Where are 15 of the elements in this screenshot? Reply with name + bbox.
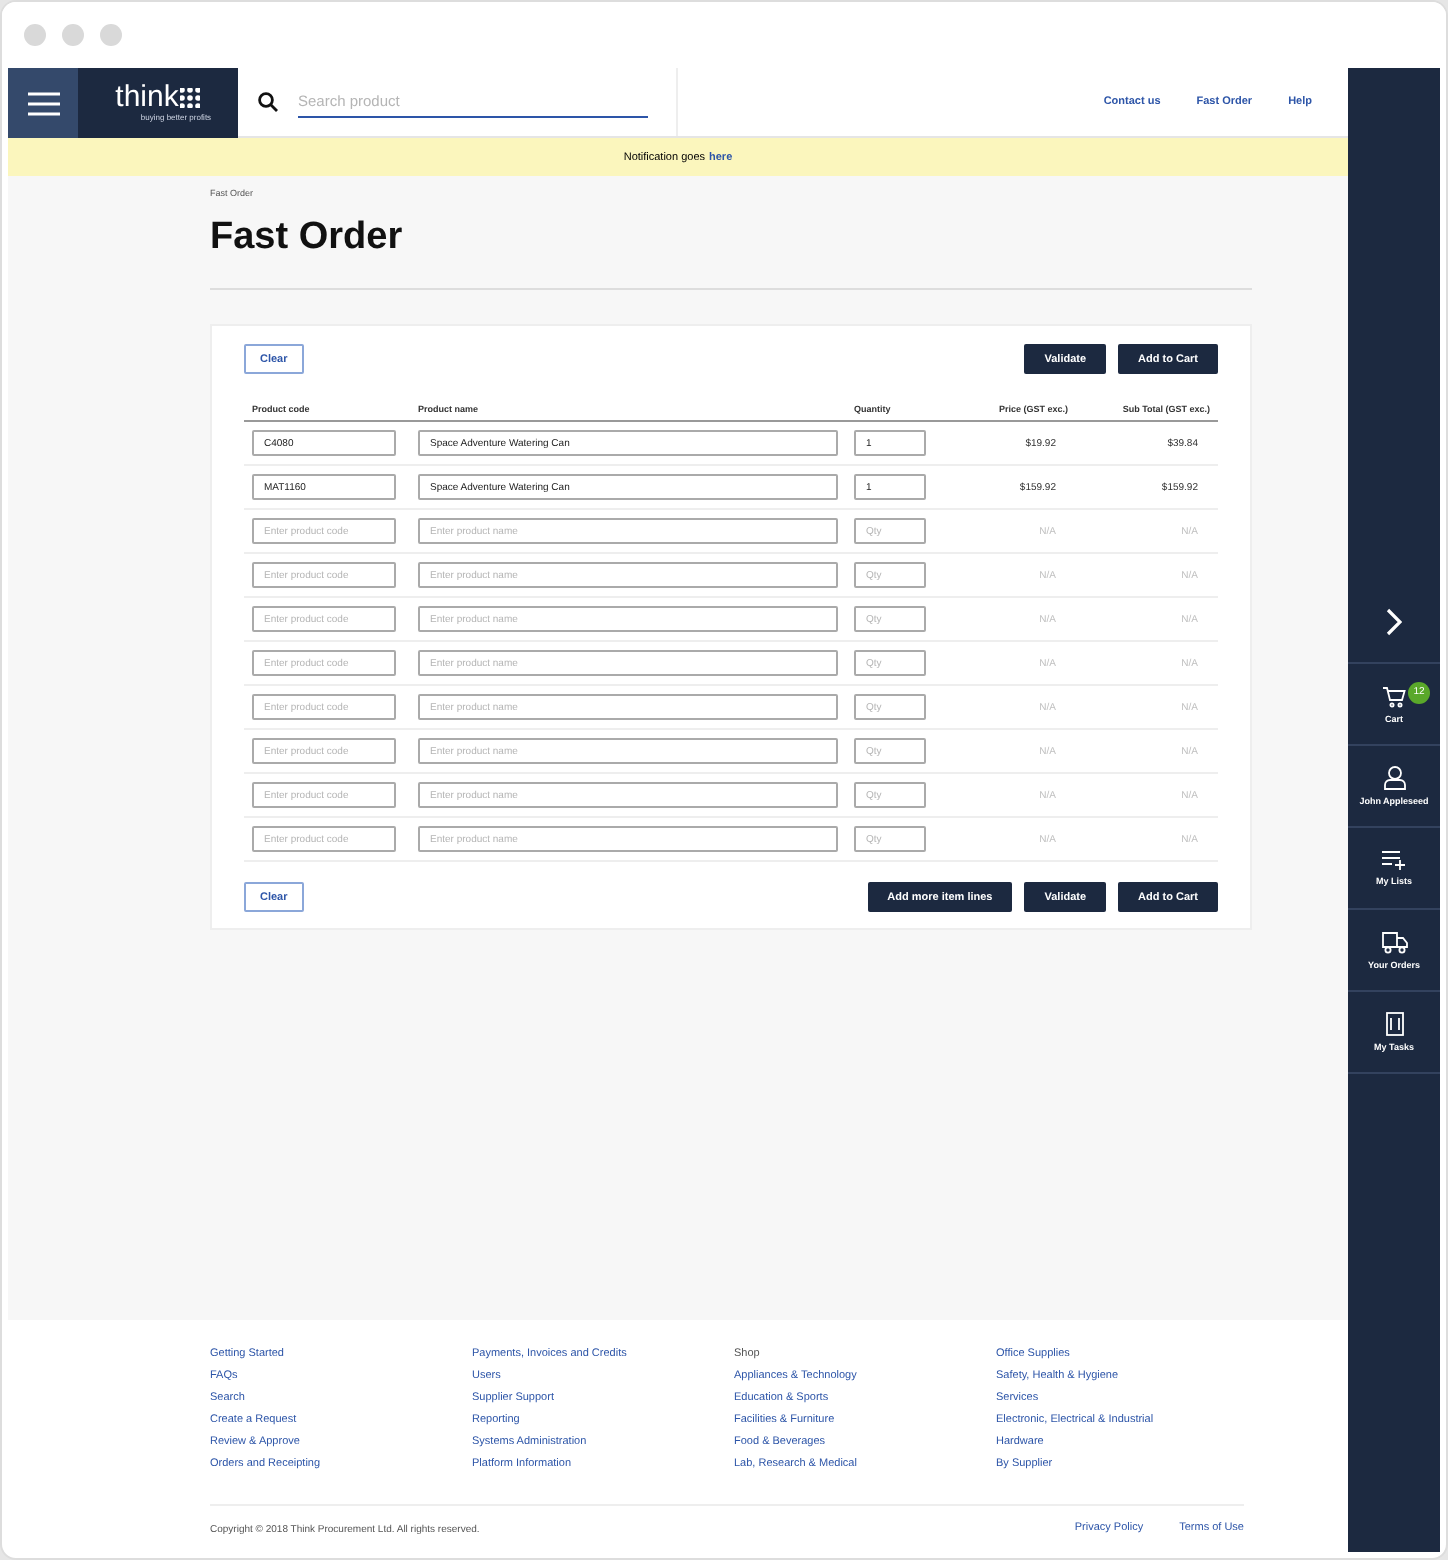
menu-icon (27, 91, 59, 115)
truck-icon (1381, 931, 1407, 953)
dots-icon (180, 88, 201, 108)
list-add-icon (1381, 850, 1407, 870)
window-control-dot[interactable] (100, 24, 122, 46)
search-icon (258, 92, 278, 112)
window-control-dot[interactable] (62, 24, 84, 46)
window-control-dot[interactable] (24, 24, 46, 46)
logo-text: think (115, 84, 179, 112)
page-title: Fast Order (210, 216, 405, 260)
menu-button[interactable] (8, 68, 78, 138)
clipboard-icon (1385, 1012, 1403, 1036)
user-icon (1383, 766, 1405, 790)
chevron-right-icon (1386, 607, 1402, 635)
cart-icon (1382, 685, 1406, 707)
